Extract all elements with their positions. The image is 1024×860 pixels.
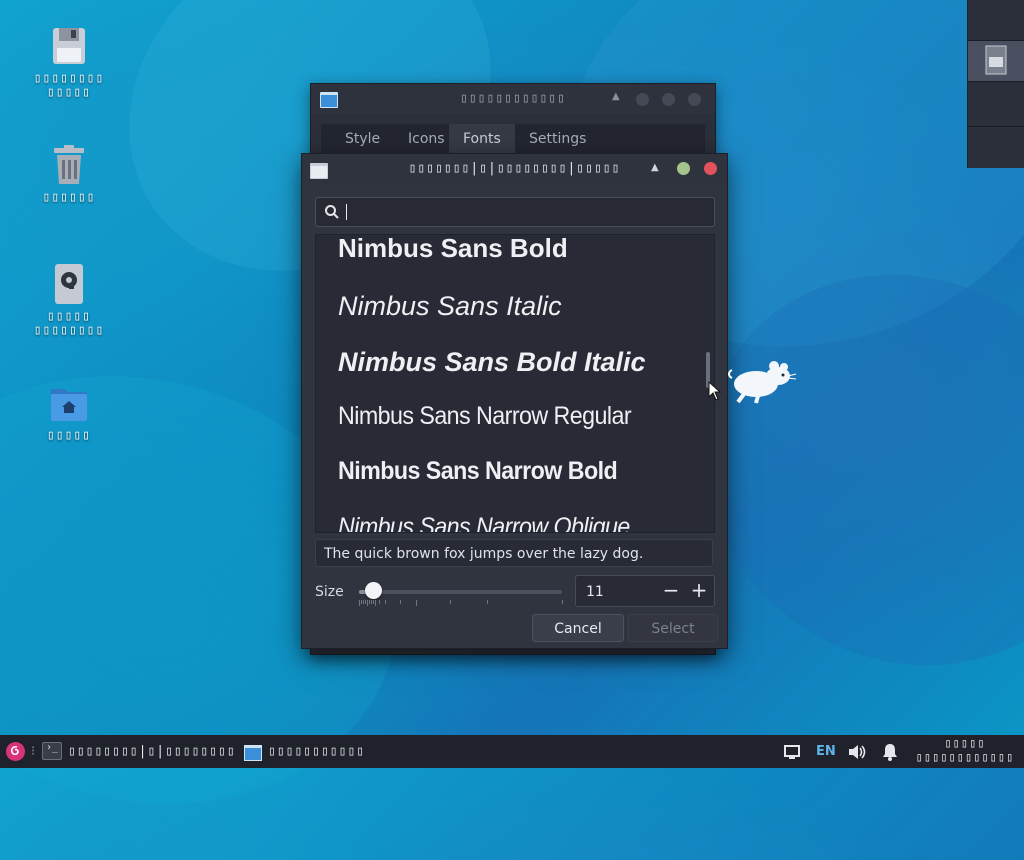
window-thumbnail-icon: [985, 45, 1007, 75]
cancel-button[interactable]: Cancel: [532, 614, 624, 642]
applications-menu-button[interactable]: [6, 742, 25, 761]
slider-tick: [379, 600, 381, 604]
shade-icon[interactable]: ▲: [612, 91, 620, 102]
close-button[interactable]: [688, 93, 701, 106]
slider-tick: [373, 600, 375, 604]
slider-tick: [371, 600, 373, 604]
debian-logo-icon: [10, 746, 19, 756]
workspace-3[interactable]: [968, 86, 1024, 127]
font-preview[interactable]: The quick brown fox jumps over the lazy …: [315, 539, 713, 567]
tab-fonts[interactable]: Fonts: [449, 124, 515, 154]
desktop-icon-label: ▯▯▯▯▯▯▯▯ ▯▯▯▯▯: [33, 71, 105, 100]
size-slider-knob[interactable]: [365, 582, 383, 599]
trash-icon: [49, 143, 89, 187]
dialog-title: ▯▯▯▯▯▯▯|▯|▯▯▯▯▯▯▯▯|▯▯▯▯▯: [408, 161, 621, 176]
font-list-item[interactable]: Nimbus Sans Bold: [338, 235, 568, 264]
clock-date: ▯▯▯▯▯▯▯▯▯▯▯▯: [915, 750, 1015, 764]
workspace-2[interactable]: [968, 41, 1024, 82]
terminal-icon[interactable]: ›_: [42, 742, 62, 760]
slider-tick: [375, 600, 377, 606]
slider-tick: [562, 600, 563, 604]
slider-tick: [367, 600, 369, 606]
search-field[interactable]: [315, 197, 715, 227]
separator-handle[interactable]: ⁝: [31, 744, 36, 759]
workspace-pager: [967, 0, 1024, 168]
font-list-item[interactable]: Nimbus Sans Narrow Regular: [338, 402, 632, 431]
font-list-item[interactable]: Nimbus Sans Narrow Oblique: [338, 513, 630, 532]
slider-tick: [363, 600, 365, 604]
close-button[interactable]: [704, 162, 717, 175]
window-title: ▯▯▯▯▯▯▯▯▯▯▯▯: [460, 91, 566, 106]
tab-settings[interactable]: Settings: [515, 124, 600, 154]
dialog-titlebar[interactable]: ▯▯▯▯▯▯▯|▯|▯▯▯▯▯▯▯▯|▯▯▯▯▯ ▲: [302, 154, 727, 184]
slider-tick: [486, 600, 488, 604]
tab-bar: Style Icons Fonts Settings: [321, 124, 705, 154]
size-label: Size: [315, 584, 344, 600]
taskbar-task-appearance[interactable]: ▯▯▯▯▯▯▯▯▯▯▯: [268, 744, 365, 759]
minimize-button[interactable]: [636, 93, 649, 106]
clock-time: ▯▯▯▯▯: [944, 736, 986, 750]
desktop-icon-label: ▯▯▯▯▯ ▯▯▯▯▯▯▯▯: [33, 309, 105, 338]
increase-size-button[interactable]: +: [687, 579, 711, 603]
font-list-item[interactable]: Nimbus Sans Bold Italic: [338, 347, 646, 378]
desktop-mouse-mascot-icon: [728, 361, 797, 404]
desktop-icon-trash[interactable]: ▯▯▯▯▯▯: [19, 143, 119, 205]
font-chooser-dialog: ▯▯▯▯▯▯▯|▯|▯▯▯▯▯▯▯▯|▯▯▯▯▯ ▲ Nimbus Sans B…: [301, 153, 728, 649]
clock[interactable]: ▯▯▯▯▯ ▯▯▯▯▯▯▯▯▯▯▯▯: [912, 736, 1018, 764]
volume-icon[interactable]: [847, 743, 867, 761]
hard-drive-icon: [49, 262, 89, 306]
appearance-app-icon: [244, 745, 262, 761]
taskbar: ⁝ ›_ ▯▯▯▯▯▯▯▯|▯|▯▯▯▯▯▯▯▯ ▯▯▯▯▯▯▯▯▯▯▯ EN …: [0, 735, 1024, 768]
slider-tick: [365, 600, 367, 604]
slider-tick: [369, 600, 371, 604]
window-titlebar[interactable]: ▯▯▯▯▯▯▯▯▯▯▯▯ ▲: [311, 84, 715, 114]
maximize-button[interactable]: [677, 162, 690, 175]
select-button[interactable]: Select: [628, 614, 718, 642]
font-list[interactable]: Nimbus Sans Bold Nimbus Sans Italic Nimb…: [315, 234, 715, 533]
desktop-icon-drive[interactable]: ▯▯▯▯▯ ▯▯▯▯▯▯▯▯: [19, 262, 119, 338]
mouse-pointer-icon: [708, 381, 722, 401]
search-input[interactable]: [344, 201, 708, 223]
size-slider[interactable]: [359, 590, 562, 594]
notification-bell-icon[interactable]: [880, 742, 900, 762]
text-cursor: [346, 204, 347, 220]
desktop-icon-label: ▯▯▯▯▯: [46, 428, 92, 443]
size-input[interactable]: [584, 581, 648, 603]
font-list-item[interactable]: Nimbus Sans Italic: [338, 291, 562, 322]
desktop-icon-label: ▯▯▯▯▯▯: [42, 190, 96, 205]
tab-style[interactable]: Style: [331, 124, 394, 154]
desktop-icon-filesystem[interactable]: ▯▯▯▯▯▯▯▯ ▯▯▯▯▯: [19, 24, 119, 100]
slider-tick: [399, 600, 401, 604]
shade-icon[interactable]: ▲: [651, 162, 659, 173]
floppy-disk-icon: [49, 24, 89, 68]
desktop-icon-home[interactable]: ▯▯▯▯▯: [19, 381, 119, 443]
taskbar-task-font-chooser[interactable]: ▯▯▯▯▯▯▯▯|▯|▯▯▯▯▯▯▯▯: [68, 744, 236, 759]
search-icon: [325, 205, 339, 219]
size-spinbox[interactable]: − +: [575, 575, 715, 607]
keyboard-layout-indicator[interactable]: EN: [816, 744, 836, 759]
slider-tick: [385, 600, 387, 604]
maximize-button[interactable]: [662, 93, 675, 106]
slider-tick: [359, 600, 360, 606]
network-icon[interactable]: [783, 744, 801, 760]
home-folder-icon: [49, 381, 89, 425]
decrease-size-button[interactable]: −: [659, 579, 683, 603]
font-list-item[interactable]: Nimbus Sans Narrow Bold: [338, 457, 618, 486]
slider-tick: [415, 600, 417, 606]
slider-tick: [450, 600, 452, 604]
slider-tick: [361, 600, 363, 604]
workspace-1[interactable]: [968, 0, 1024, 41]
